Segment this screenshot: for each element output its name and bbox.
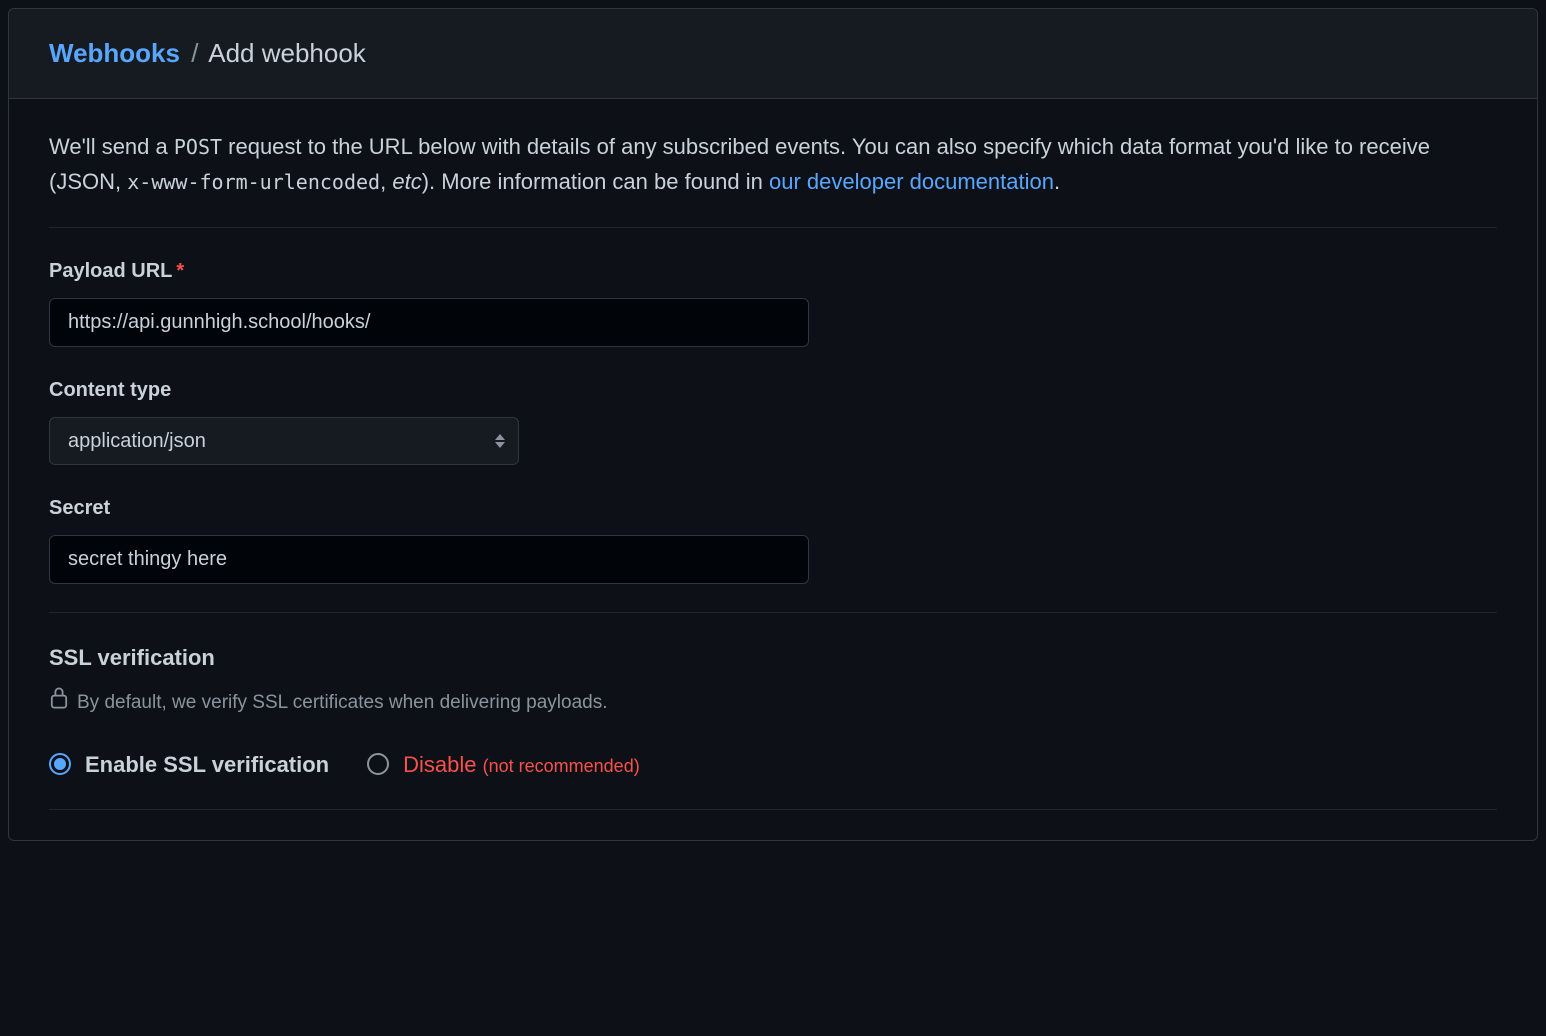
description-fragment: .	[1054, 169, 1060, 194]
disable-text: Disable	[403, 752, 476, 777]
code-contenttype: x-www-form-urlencoded	[127, 170, 380, 194]
description-fragment: ,	[380, 169, 392, 194]
secret-input[interactable]	[49, 535, 809, 584]
content-type-select[interactable]: application/json	[49, 417, 519, 465]
radio-icon	[49, 753, 71, 775]
code-post: POST	[174, 135, 222, 159]
ssl-verification-heading: SSL verification	[49, 641, 1497, 674]
breadcrumb-current: Add webhook	[208, 38, 366, 68]
description-fragment: We'll send a	[49, 134, 174, 159]
label-text: Payload URL	[49, 260, 172, 282]
payload-url-input[interactable]	[49, 298, 809, 347]
divider	[49, 612, 1497, 613]
breadcrumb-separator: /	[191, 38, 198, 68]
description-fragment: ). More information can be found in	[422, 169, 769, 194]
description-em: etc	[392, 169, 421, 194]
page-header: Webhooks / Add webhook	[9, 9, 1537, 99]
content-type-label: Content type	[49, 375, 1497, 405]
secret-label: Secret	[49, 493, 1497, 523]
ssl-enable-radio[interactable]: Enable SSL verification	[49, 748, 329, 781]
divider	[49, 227, 1497, 228]
payload-url-label: Payload URL*	[49, 256, 1497, 286]
disable-note: (not recommended)	[483, 756, 640, 776]
radio-icon	[367, 753, 389, 775]
ssl-disable-label: Disable (not recommended)	[403, 748, 640, 781]
breadcrumb-parent-link[interactable]: Webhooks	[49, 38, 180, 68]
description-text: We'll send a POST request to the URL bel…	[49, 129, 1497, 199]
ssl-disable-radio[interactable]: Disable (not recommended)	[367, 748, 640, 781]
developer-docs-link[interactable]: our developer documentation	[769, 169, 1054, 194]
ssl-enable-label: Enable SSL verification	[85, 748, 329, 781]
required-star: *	[176, 260, 184, 282]
ssl-note-text: By default, we verify SSL certificates w…	[77, 689, 608, 718]
divider	[49, 809, 1497, 810]
lock-icon	[49, 686, 69, 720]
breadcrumb: Webhooks / Add webhook	[49, 34, 1497, 73]
